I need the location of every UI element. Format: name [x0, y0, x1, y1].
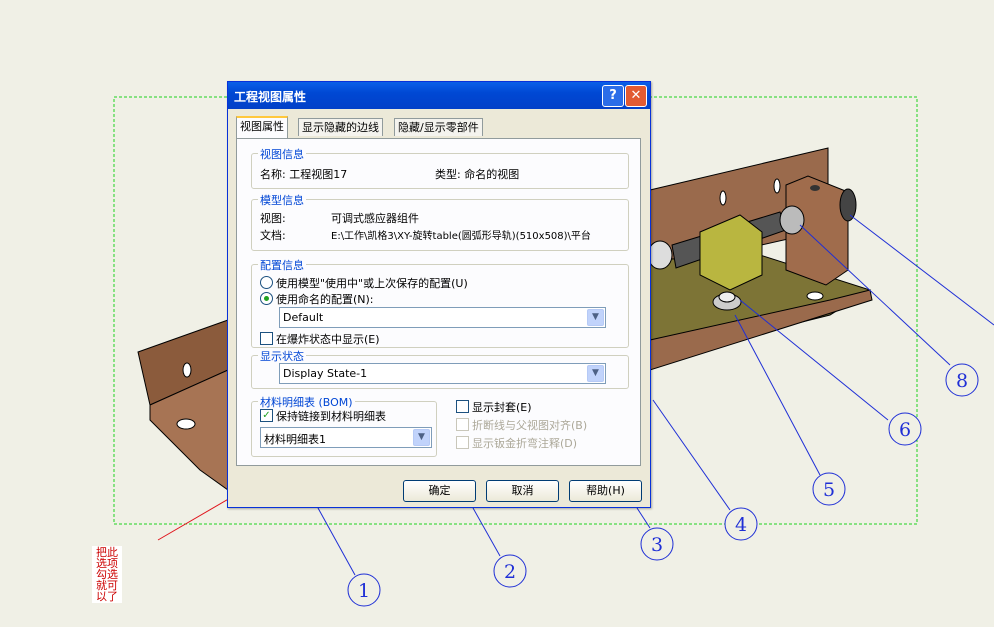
- model-view-label: 视图:: [260, 212, 286, 225]
- display-state-group: 显示状态 Display State-1 ▼: [251, 348, 629, 389]
- plate-hole-icon: [719, 190, 727, 206]
- screw-head: [839, 188, 857, 222]
- tab-hide-show-components[interactable]: 隐藏/显示零部件: [394, 118, 483, 136]
- balloon-label: 8: [956, 370, 968, 392]
- balloon-label: 3: [651, 534, 663, 556]
- balloon-label: 1: [358, 580, 370, 602]
- balloon-label: 6: [899, 419, 911, 441]
- display-state-value: Display State-1: [283, 367, 368, 380]
- config-info-group: 配置信息 使用模型"使用中"或上次保存的配置(U) 使用命名的配置(N): De…: [251, 257, 629, 348]
- bom-select-value: 材料明细表1: [264, 433, 326, 446]
- chevron-down-icon[interactable]: ▼: [413, 429, 430, 446]
- config-select[interactable]: Default ▼: [279, 307, 606, 328]
- balloon-1[interactable]: 1: [347, 573, 381, 607]
- close-button[interactable]: ✕: [625, 85, 647, 107]
- cancel-button[interactable]: 取消: [486, 480, 559, 502]
- balloon-label: 5: [823, 479, 835, 501]
- config-info-label: 配置信息: [258, 257, 306, 273]
- ok-button[interactable]: 确定: [403, 480, 476, 502]
- show-exploded-checkbox[interactable]: [260, 332, 273, 345]
- bracket-hole-icon: [182, 362, 192, 378]
- show-sheetmetal-label: 显示钣金折弯注释(D): [472, 437, 578, 450]
- use-named-config-label[interactable]: 使用命名的配置(N):: [276, 291, 374, 307]
- tab-view-properties[interactable]: 视图属性: [236, 116, 288, 138]
- show-sheetmetal-checkbox[interactable]: [456, 436, 469, 449]
- bom-select[interactable]: 材料明细表1 ▼: [260, 427, 432, 448]
- model-view-value: 可调式感应器组件: [331, 212, 419, 225]
- balloon-4[interactable]: 4: [724, 507, 758, 541]
- block-hole-icon: [810, 185, 820, 191]
- cap-screw-head: [718, 291, 736, 303]
- use-active-config-label[interactable]: 使用模型"使用中"或上次保存的配置(U): [276, 275, 468, 291]
- base-hole-icon: [806, 291, 824, 301]
- view-name-text: 名称: 工程视图17: [260, 168, 348, 181]
- dialog-titlebar[interactable]: 工程视图属性 ? ✕: [228, 82, 650, 109]
- balloon-2[interactable]: 2: [493, 554, 527, 588]
- model-doc-value: E:\工作\凯格3\XY-旋转table(圆弧形导轨)(510x508)\平台: [331, 231, 591, 242]
- keep-bom-link-label[interactable]: 保持链接到材料明细表: [276, 408, 386, 424]
- left-nut: [647, 240, 673, 270]
- use-active-config-radio[interactable]: [260, 276, 273, 289]
- bom-group: 材料明细表 (BOM) ✓ 保持链接到材料明细表 材料明细表1 ▼: [251, 394, 437, 457]
- tab-panel: 视图信息 名称: 工程视图17 类型: 命名的视图 模型信息 视图: 可调式感应…: [236, 138, 641, 466]
- balloon-3[interactable]: 3: [640, 527, 674, 561]
- keep-bom-link-checkbox[interactable]: ✓: [260, 409, 273, 422]
- balloon-5[interactable]: 5: [812, 472, 846, 506]
- tab-show-hidden-edges[interactable]: 显示隐藏的边线: [298, 118, 383, 136]
- help-title-button[interactable]: ?: [602, 85, 624, 107]
- chevron-down-icon[interactable]: ▼: [587, 309, 604, 326]
- dialog-title: 工程视图属性: [234, 90, 307, 104]
- display-state-label: 显示状态: [258, 348, 306, 364]
- config-select-value: Default: [283, 311, 324, 324]
- view-type-text: 类型: 命名的视图: [435, 168, 520, 181]
- plate-hole-icon: [773, 178, 781, 194]
- balloon-6[interactable]: 6: [888, 412, 922, 446]
- annotation-note: 把此选项勾选就可以了: [92, 546, 122, 603]
- balloon-8[interactable]: 8: [945, 363, 979, 397]
- model-info-label: 模型信息: [258, 192, 306, 208]
- model-doc-label: 文档:: [260, 229, 286, 242]
- chevron-down-icon[interactable]: ▼: [587, 365, 604, 382]
- hex-nut: [779, 205, 805, 235]
- align-break-checkbox[interactable]: [456, 418, 469, 431]
- view-info-label: 视图信息: [258, 146, 306, 162]
- view-info-group: 视图信息 名称: 工程视图17 类型: 命名的视图: [251, 146, 629, 189]
- use-named-config-radio[interactable]: [260, 292, 273, 305]
- model-info-group: 模型信息 视图: 可调式感应器组件 文档: E:\工作\凯格3\XY-旋转tab…: [251, 192, 629, 251]
- help-button[interactable]: 帮助(H): [569, 480, 642, 502]
- balloon-label: 2: [504, 561, 516, 583]
- align-break-label: 折断线与父视图对齐(B): [472, 419, 588, 432]
- drawing-view-properties-dialog: 工程视图属性 ? ✕ 视图属性 显示隐藏的边线 隐藏/显示零部件 视图信息 名称…: [227, 81, 651, 508]
- show-exploded-label[interactable]: 在爆炸状态中显示(E): [276, 331, 380, 347]
- display-state-select[interactable]: Display State-1 ▼: [279, 363, 606, 384]
- show-envelope-label[interactable]: 显示封套(E): [472, 399, 532, 415]
- bracket-hole-icon: [176, 418, 196, 430]
- show-envelope-checkbox[interactable]: [456, 400, 469, 413]
- balloon-label: 4: [735, 514, 747, 536]
